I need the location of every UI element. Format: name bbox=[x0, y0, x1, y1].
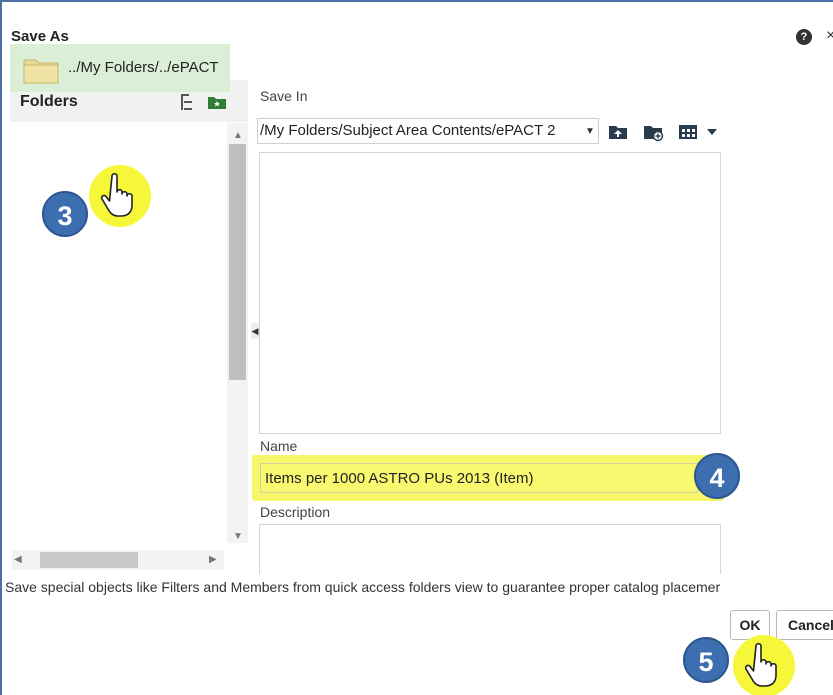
new-folder-icon[interactable] bbox=[207, 94, 227, 110]
save-in-path-select[interactable]: /My Folders/Subject Area Contents/ePACT … bbox=[257, 118, 599, 144]
hand-pointer-icon bbox=[744, 642, 777, 687]
name-label: Name bbox=[260, 438, 298, 454]
step-badge-3: 3 bbox=[42, 191, 88, 237]
description-input[interactable] bbox=[259, 524, 721, 574]
hand-pointer-icon bbox=[100, 172, 133, 217]
folder-item-label: ../My Folders/../ePACT 2 bbox=[68, 59, 223, 76]
folder-icon bbox=[23, 59, 59, 84]
collapse-panel-icon[interactable]: ◀ bbox=[251, 323, 259, 339]
chevron-down-icon[interactable]: ▼ bbox=[585, 126, 595, 137]
help-icon[interactable]: ? bbox=[796, 29, 812, 45]
new-folder-icon[interactable] bbox=[642, 120, 666, 142]
cancel-button[interactable]: Cancel bbox=[776, 610, 833, 640]
scroll-left-icon[interactable]: ◀ bbox=[14, 554, 22, 565]
catalog-placement-note: Save special objects like Filters and Me… bbox=[5, 579, 721, 595]
folders-title: Folders bbox=[20, 93, 78, 110]
close-icon[interactable]: × bbox=[826, 27, 833, 45]
save-in-label: Save In bbox=[260, 88, 308, 104]
description-label: Description bbox=[260, 504, 331, 520]
name-input[interactable]: Items per 1000 ASTRO PUs 2013 (Item) bbox=[260, 463, 698, 493]
up-folder-icon[interactable] bbox=[607, 120, 629, 142]
vertical-scroll-thumb[interactable] bbox=[229, 144, 246, 380]
folder-contents-list[interactable] bbox=[259, 152, 721, 434]
dialog-title: Save As bbox=[11, 28, 69, 45]
horizontal-scroll-thumb[interactable] bbox=[40, 552, 138, 568]
step-badge-5: 5 bbox=[683, 637, 729, 683]
scroll-up-icon[interactable]: ▲ bbox=[233, 130, 243, 141]
view-options-icon[interactable] bbox=[678, 120, 720, 142]
tree-view-icon[interactable] bbox=[180, 93, 196, 111]
folders-panel: Folders bbox=[10, 80, 248, 570]
scroll-right-icon[interactable]: ▶ bbox=[209, 554, 217, 565]
save-as-dialog: Save As ? × Folders ../My Folders/../ePA… bbox=[0, 0, 833, 695]
scroll-down-icon[interactable]: ▼ bbox=[233, 531, 243, 542]
step-badge-4: 4 bbox=[694, 453, 740, 499]
